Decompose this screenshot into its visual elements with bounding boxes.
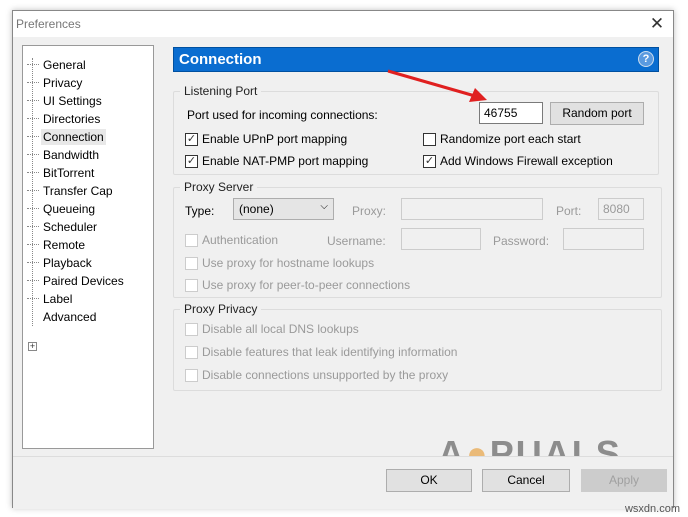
password-input[interactable] xyxy=(563,228,644,250)
site-watermark: wsxdn.com xyxy=(624,503,680,515)
p2p-label: Use proxy for peer-to-peer connections xyxy=(202,278,411,292)
tree-connector xyxy=(27,208,39,209)
tree-connector xyxy=(27,136,39,137)
leak-features-checkbox[interactable]: Disable features that leak identifying i… xyxy=(185,345,457,359)
expand-icon[interactable]: + xyxy=(28,342,37,351)
firewall-label: Add Windows Firewall exception xyxy=(440,154,613,168)
natpmp-checkbox[interactable]: ✓ Enable NAT-PMP port mapping xyxy=(185,154,368,168)
close-icon[interactable]: ✕ xyxy=(647,14,667,34)
sidebar-item-transfer-cap[interactable]: Transfer Cap xyxy=(27,182,115,199)
window-title: Preferences xyxy=(16,17,81,31)
apply-button[interactable]: Apply xyxy=(581,469,667,492)
tree-connector xyxy=(27,280,39,281)
tree-connector xyxy=(27,172,39,173)
proxy-privacy-group: Proxy Privacy Disable all local DNS look… xyxy=(173,302,662,391)
title-bar: Preferences ✕ xyxy=(13,11,673,37)
tree-connector xyxy=(27,118,39,119)
tree-connector xyxy=(27,154,39,155)
sidebar-item-label: Paired Devices xyxy=(43,273,124,288)
ok-button[interactable]: OK xyxy=(386,469,472,492)
chevron-down-icon: ⌵ xyxy=(320,201,328,212)
password-label: Password: xyxy=(493,234,550,248)
help-icon[interactable]: ? xyxy=(638,51,654,67)
unsupported-label: Disable connections unsupported by the p… xyxy=(202,368,449,382)
section-title: Connection xyxy=(179,51,262,68)
preferences-dialog: Preferences ✕ General Privacy UI Settings D… xyxy=(12,10,674,509)
tree-connector xyxy=(27,82,39,83)
sidebar-item-playback[interactable]: Playback xyxy=(27,254,94,271)
sidebar-item-directories[interactable]: Directories xyxy=(27,110,102,127)
sidebar-item-label: Remote xyxy=(43,237,86,252)
sidebar-item-label[interactable]: Label xyxy=(27,290,74,307)
sidebar-item-bittorrent[interactable]: BitTorrent xyxy=(27,164,96,181)
sidebar-item-bandwidth[interactable]: Bandwidth xyxy=(27,146,101,163)
sidebar-item-label: Advanced xyxy=(43,309,97,324)
preferences-tree: General Privacy UI Settings Directories Conn… xyxy=(22,45,154,449)
natpmp-label: Enable NAT-PMP port mapping xyxy=(202,154,369,168)
sidebar-item-label: BitTorrent xyxy=(43,165,95,180)
proxy-port-input[interactable]: 8080 xyxy=(598,198,644,220)
tree-connector xyxy=(27,190,39,191)
sidebar-item-label: Queueing xyxy=(43,201,96,216)
sidebar-item-privacy[interactable]: Privacy xyxy=(27,74,84,91)
sidebar-item-paired-devices[interactable]: Paired Devices xyxy=(27,272,126,289)
sidebar-item-label: General xyxy=(43,57,86,72)
type-value: (none) xyxy=(239,202,274,216)
auth-label: Authentication xyxy=(202,233,279,247)
sidebar-item-general[interactable]: General xyxy=(27,56,88,73)
proxy-port-label: Port: xyxy=(556,204,582,218)
tree-connector xyxy=(27,244,39,245)
proxy-label: Proxy: xyxy=(352,204,387,218)
sidebar-item-label: Playback xyxy=(43,255,92,270)
sidebar-item-label: Transfer Cap xyxy=(43,183,113,198)
randomize-port-checkbox[interactable]: Randomize port each start xyxy=(423,132,581,146)
dns-label: Disable all local DNS lookups xyxy=(202,322,359,336)
firewall-checkbox[interactable]: ✓ Add Windows Firewall exception xyxy=(423,154,613,168)
proxy-type-select[interactable]: (none) ⌵ xyxy=(233,198,334,220)
group-title: Proxy Privacy xyxy=(180,302,262,316)
sidebar-item-label: Bandwidth xyxy=(43,147,100,162)
type-label: Type: xyxy=(185,204,215,218)
sidebar-item-remote[interactable]: Remote xyxy=(27,236,87,253)
tree-connector xyxy=(27,226,39,227)
dialog-footer: OK Cancel Apply xyxy=(13,456,673,509)
username-label: Username: xyxy=(327,234,386,248)
sidebar-item-label: Connection xyxy=(41,128,106,145)
sidebar-item-label: Label xyxy=(43,291,73,306)
p2p-proxy-checkbox[interactable]: Use proxy for peer-to-peer connections xyxy=(185,278,410,292)
port-label: Port used for incoming connections: xyxy=(187,108,378,122)
tree-connector xyxy=(27,262,39,263)
hostname-lookups-checkbox[interactable]: Use proxy for hostname lookups xyxy=(185,256,374,270)
group-title: Proxy Server xyxy=(180,180,258,194)
sidebar-item-label: Privacy xyxy=(43,75,83,90)
upnp-checkbox[interactable]: ✓ Enable UPnP port mapping xyxy=(185,132,347,146)
sidebar-item-scheduler[interactable]: Scheduler xyxy=(27,218,99,235)
sidebar-item-label: Directories xyxy=(43,111,101,126)
cancel-button[interactable]: Cancel xyxy=(482,469,570,492)
unsupported-connections-checkbox[interactable]: Disable connections unsupported by the p… xyxy=(185,368,448,382)
random-port-button[interactable]: Random port xyxy=(550,102,644,125)
proxy-input[interactable] xyxy=(401,198,543,220)
tree-connector xyxy=(27,100,39,101)
dns-lookups-checkbox[interactable]: Disable all local DNS lookups xyxy=(185,322,359,336)
sidebar-item-ui-settings[interactable]: UI Settings xyxy=(27,92,104,109)
red-arrow-annotation xyxy=(387,69,487,102)
sidebar-item-queueing[interactable]: Queueing xyxy=(27,200,97,217)
randomize-label: Randomize port each start xyxy=(440,132,581,146)
upnp-label: Enable UPnP port mapping xyxy=(202,132,348,146)
username-input[interactable] xyxy=(401,228,481,250)
sidebar-item-label: Scheduler xyxy=(43,219,98,234)
hostname-label: Use proxy for hostname lookups xyxy=(202,256,375,270)
tree-connector xyxy=(27,298,39,299)
sidebar-item-advanced[interactable]: Advanced xyxy=(27,308,98,325)
tree-connector xyxy=(27,64,39,65)
sidebar-item-label: UI Settings xyxy=(43,93,102,108)
proxy-server-group: Proxy Server Type: (none) ⌵ Proxy: Port: … xyxy=(173,180,662,298)
leak-label: Disable features that leak identifying i… xyxy=(202,345,458,359)
authentication-checkbox[interactable]: Authentication xyxy=(185,233,278,247)
sidebar-item-connection[interactable]: Connection xyxy=(27,128,106,145)
group-title: Listening Port xyxy=(180,84,262,98)
